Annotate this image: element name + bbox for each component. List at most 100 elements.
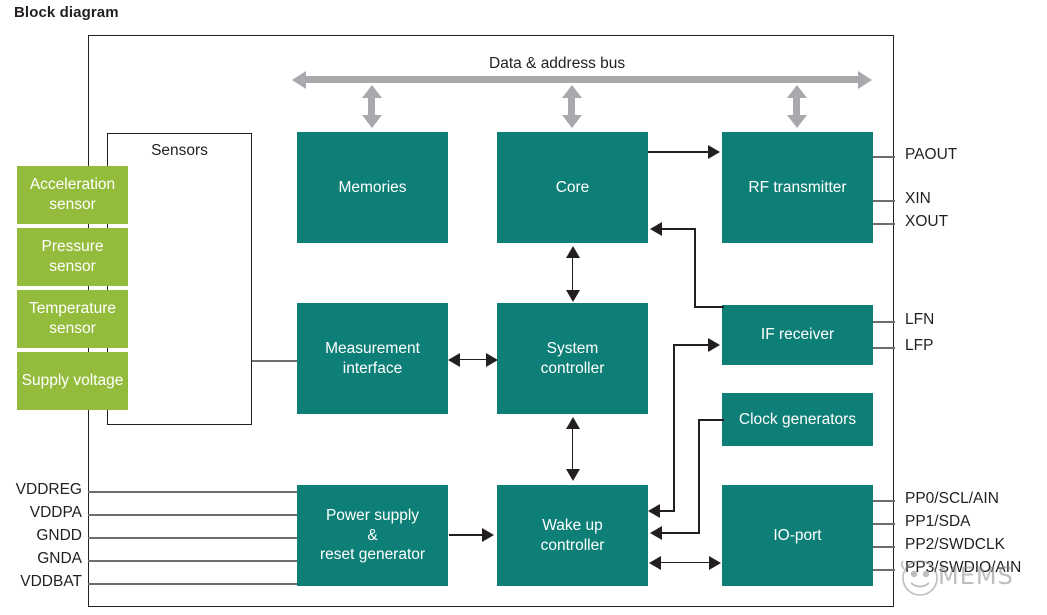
bus-stub-core	[568, 96, 575, 116]
bus-arrow-left-icon	[292, 70, 306, 89]
pin-label-pp0: PP0/SCL/AIN	[905, 490, 999, 507]
wire-sensors-to-measurement	[252, 360, 297, 362]
connector-if-to-wakeup-arrow-icon	[648, 504, 660, 518]
pin-wire-vddbat	[88, 583, 297, 585]
connector-core-sc-arrow-up-icon	[565, 246, 580, 258]
connector-wakeup-to-if-arrow-icon	[708, 338, 720, 352]
block-power-supply-line2: &	[367, 526, 378, 544]
connector-clock-to-wakeup	[662, 532, 700, 534]
sensor-pressure-line2: sensor	[49, 258, 96, 275]
pin-label-paout: PAOUT	[905, 146, 958, 163]
block-power-supply-line3: reset generator	[319, 546, 426, 564]
sensor-temperature-line1: Temperature	[28, 300, 116, 318]
pin-label-vddbat: VDDBAT	[20, 573, 82, 590]
block-power-supply[interactable]: Power supply & reset generator	[297, 485, 448, 586]
pin-label-gnda: GNDA	[37, 550, 82, 567]
sensor-block-temperature[interactable]: Temperature sensor	[17, 290, 128, 348]
block-system-controller-line2: controller	[540, 359, 605, 377]
connector-core-to-rf-arrow-icon	[708, 145, 720, 159]
connector-if-to-core-stub	[694, 306, 724, 308]
bus-stub-rf	[793, 96, 800, 116]
block-rf-transmitter[interactable]: RF transmitter	[722, 132, 873, 243]
block-rf-transmitter-label: RF transmitter	[748, 178, 847, 196]
pin-wire-vddpa	[88, 514, 297, 516]
connector-core-system-controller	[571, 257, 574, 291]
bus-stub-core-arrow-up-icon	[561, 85, 582, 98]
block-measurement-interface[interactable]: Measurement interface	[297, 303, 448, 414]
block-if-receiver[interactable]: IF receiver	[722, 305, 873, 365]
sensor-block-acceleration[interactable]: Acceleration sensor	[17, 166, 128, 224]
block-wake-up-line2: controller	[540, 536, 605, 554]
bus-stub-memories-arrow-down-icon	[361, 115, 382, 128]
pin-label-gndd: GNDD	[36, 527, 82, 544]
bus-label: Data & address bus	[489, 55, 626, 72]
sensor-supply-line2: voltage	[73, 372, 124, 390]
block-measurement-line1: Measurement	[325, 339, 420, 357]
connector-wu-io-arrow-left-icon	[649, 555, 661, 570]
sensor-block-supply-voltage[interactable]: Supply voltage	[17, 352, 128, 410]
connector-system-wakeup	[571, 428, 574, 470]
block-io-port-label: IO-port	[773, 526, 822, 544]
block-wake-up-controller[interactable]: Wake up controller	[497, 485, 648, 586]
connector-core-to-rf	[648, 151, 708, 153]
bus-arrow-right-icon	[858, 70, 872, 89]
bus-stub-memories	[368, 96, 375, 116]
pin-label-lfn: LFN	[905, 311, 935, 328]
sensors-group: Sensors	[107, 133, 252, 425]
sensors-group-title: Sensors	[151, 142, 208, 159]
bus-stub-rf-arrow-up-icon	[786, 85, 807, 98]
connector-measurement-system-controller	[459, 358, 486, 361]
sensor-temperature-line2: sensor	[49, 320, 96, 337]
connector-sc-wu-arrow-down-icon	[565, 469, 580, 481]
sensor-pressure-line1: Pressure	[41, 238, 104, 256]
pin-wire-vddreg	[88, 491, 297, 493]
connector-if-to-core-vertical	[694, 228, 696, 308]
pin-wire-gndd	[88, 537, 297, 539]
pin-label-xout: XOUT	[905, 213, 949, 230]
pin-label-xin: XIN	[905, 190, 931, 207]
pin-label-pp1: PP1/SDA	[905, 513, 971, 530]
sensor-acceleration-line2: sensor	[49, 196, 96, 213]
pin-wire-xout	[873, 223, 895, 225]
block-system-controller-line1: System	[546, 339, 599, 357]
block-diagram-figure: Block diagram Data & address bus Sensors…	[0, 0, 1047, 615]
block-wake-up-line1: Wake up	[542, 516, 603, 534]
connector-mi-sc-arrow-left-icon	[448, 352, 460, 367]
connector-clock-out	[698, 419, 724, 421]
block-io-port[interactable]: IO-port	[722, 485, 873, 586]
sensor-block-pressure[interactable]: Pressure sensor	[17, 228, 128, 286]
pin-label-lfp: LFP	[905, 337, 934, 354]
block-memories-label: Memories	[338, 178, 407, 196]
block-system-controller[interactable]: System controller	[497, 303, 648, 414]
connector-wakeup-to-if-in	[660, 510, 674, 512]
pin-wire-lfp	[873, 347, 895, 349]
block-core[interactable]: Core	[497, 132, 648, 243]
connector-wakeup-to-if-horizontal	[673, 344, 708, 346]
connector-clock-vertical	[698, 419, 700, 533]
pin-label-vddreg: VDDREG	[15, 481, 82, 498]
bus-stub-core-arrow-down-icon	[561, 115, 582, 128]
connector-if-to-core-arrow-icon	[650, 222, 662, 236]
connector-clock-to-wakeup-arrow-icon	[650, 526, 662, 540]
block-clock-generators-label: Clock generators	[738, 410, 857, 428]
pin-wire-lfn	[873, 321, 895, 323]
connector-power-to-wakeup-arrow-icon	[482, 528, 494, 542]
bus-stub-memories-arrow-up-icon	[361, 85, 382, 98]
pin-wire-pp0	[873, 500, 895, 502]
block-core-label: Core	[555, 178, 590, 196]
pin-wire-xin	[873, 200, 895, 202]
page-title: Block diagram	[14, 4, 119, 21]
pin-label-vddpa: VDDPA	[29, 504, 82, 521]
pin-wire-gnda	[88, 560, 297, 562]
block-clock-generators[interactable]: Clock generators	[722, 393, 873, 446]
connector-sc-wu-arrow-up-icon	[565, 417, 580, 429]
pin-wire-pp1	[873, 523, 895, 525]
sensor-supply-line1: Supply	[21, 372, 70, 390]
connector-wakeup-io-port	[661, 561, 709, 564]
block-if-receiver-label: IF receiver	[760, 326, 835, 344]
block-memories[interactable]: Memories	[297, 132, 448, 243]
bus-line	[306, 76, 858, 83]
sensor-acceleration-line1: Acceleration	[29, 176, 116, 194]
pin-wire-paout	[873, 156, 895, 158]
connector-core-sc-arrow-down-icon	[565, 290, 580, 302]
